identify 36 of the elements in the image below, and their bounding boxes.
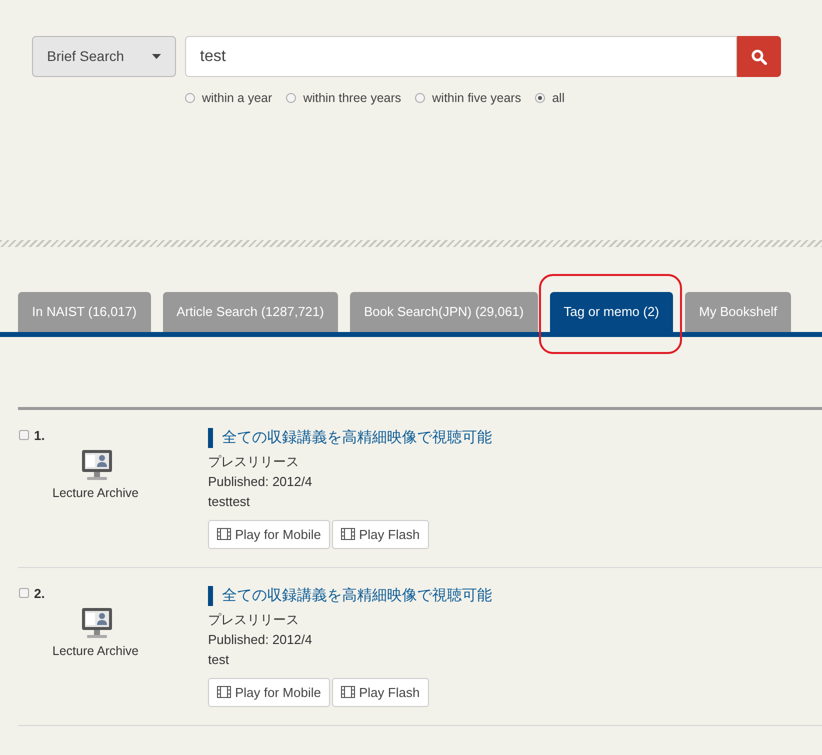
source-text: プレスリリース	[208, 610, 300, 629]
radio-label[interactable]: within a year	[202, 89, 272, 108]
search-icon	[751, 48, 767, 64]
radio-button[interactable]	[415, 93, 426, 104]
result-number: 1.	[34, 426, 45, 445]
radio-button[interactable]	[535, 93, 546, 104]
play-button[interactable]: Play Flash	[332, 678, 429, 707]
radio-label[interactable]: all	[552, 89, 565, 108]
play-button[interactable]: Play Flash	[332, 520, 429, 549]
search-field[interactable]: test	[185, 36, 737, 77]
source-text: プレスリリース	[208, 452, 300, 471]
published-date: Published: 2012/4	[208, 472, 314, 491]
checkbox[interactable]	[19, 430, 29, 440]
tab[interactable]: Tag or memo (2)	[550, 292, 674, 332]
memo-text: testtest	[208, 492, 251, 511]
memo-text: test	[208, 650, 230, 669]
search-mode-dropdown[interactable]: Brief Search	[32, 36, 176, 77]
radio-button[interactable]	[185, 93, 195, 104]
result-title-link[interactable]: 全ての収録講義を高精細映像で視聴可能	[208, 428, 492, 448]
radio-label[interactable]: within five years	[432, 89, 522, 108]
checkbox[interactable]	[19, 588, 29, 598]
caret-icon	[152, 54, 161, 59]
film-icon	[217, 528, 231, 540]
radio-button[interactable]	[286, 93, 296, 104]
resource-type: Lecture Archive	[51, 484, 140, 502]
film-icon	[340, 528, 355, 540]
published-date: Published: 2012/4	[208, 630, 314, 649]
search-button[interactable]	[737, 36, 781, 77]
radio-label[interactable]: within three years	[303, 89, 402, 108]
resource-type: Lecture Archive	[51, 642, 140, 660]
play-button[interactable]: Play for Mobile	[208, 678, 330, 707]
film-icon	[217, 686, 231, 698]
film-icon	[340, 686, 355, 698]
play-button[interactable]: Play for Mobile	[208, 520, 330, 549]
result-title-link[interactable]: 全ての収録講義を高精細映像で視聴可能	[208, 586, 492, 606]
result-number: 2.	[34, 584, 45, 603]
